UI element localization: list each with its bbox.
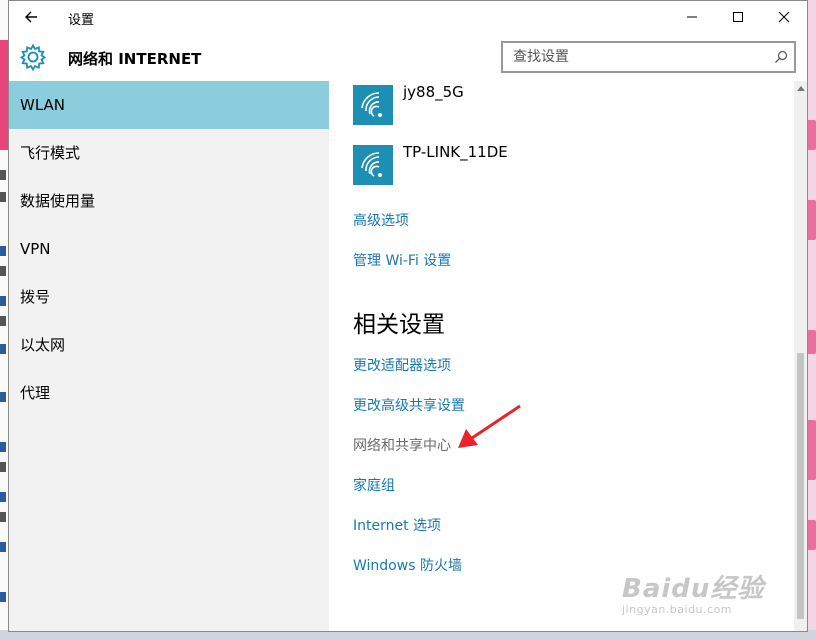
minimize-button[interactable]: [669, 1, 715, 33]
manage-wifi-settings-link[interactable]: 管理 Wi-Fi 设置: [353, 250, 451, 270]
internet-options-link[interactable]: Internet 选项: [353, 515, 441, 535]
watermark-logo: Baidu经验: [622, 574, 765, 604]
wifi-network-name: jy88_5G: [403, 83, 464, 101]
advanced-options-link[interactable]: 高级选项: [353, 210, 409, 230]
homegroup-link[interactable]: 家庭组: [353, 475, 395, 495]
close-icon: [778, 11, 790, 23]
close-button[interactable]: [761, 1, 807, 33]
related-settings-heading: 相关设置: [353, 312, 445, 338]
sidebar-item-wlan[interactable]: WLAN: [9, 81, 329, 129]
title-bar: 设置: [9, 1, 807, 33]
search-box[interactable]: [501, 41, 796, 73]
wifi-network-item[interactable]: TP-LINK_11DE: [353, 143, 773, 189]
window-title: 设置: [68, 13, 95, 28]
back-arrow-icon: [25, 11, 37, 23]
settings-header: 网络和 INTERNET: [9, 33, 807, 81]
search-icon[interactable]: [774, 50, 788, 64]
gear-icon: [19, 43, 47, 72]
sidebar-item-label: 以太网: [20, 336, 66, 354]
minimize-icon: [687, 16, 697, 18]
settings-window: 设置 网络和 INTERNET 查找设置 WLAN 飞行模式 数据使用量 VPN…: [8, 0, 808, 632]
page-title: 网络和 INTERNET: [68, 50, 202, 68]
scrollbar-thumb[interactable]: [797, 353, 804, 619]
change-advanced-sharing-link[interactable]: 更改高级共享设置: [353, 395, 465, 415]
sidebar-item-dialup[interactable]: 拨号: [9, 273, 329, 321]
content-scrollbar[interactable]: [794, 81, 807, 631]
windows-firewall-link[interactable]: Windows 防火墙: [353, 555, 462, 575]
sidebar-item-label: 拨号: [20, 288, 51, 306]
sidebar-nav: WLAN 飞行模式 数据使用量 VPN 拨号 以太网 代理: [9, 81, 329, 631]
sidebar-item-label: VPN: [20, 240, 51, 258]
sidebar-item-label: 代理: [20, 384, 51, 402]
wifi-network-name: TP-LINK_11DE: [403, 143, 508, 161]
search-input[interactable]: [503, 43, 763, 71]
wifi-icon: [353, 85, 393, 125]
wifi-network-item[interactable]: jy88_5G: [353, 83, 773, 129]
sidebar-item-ethernet[interactable]: 以太网: [9, 321, 329, 369]
wlan-content-pane: jy88_5G TP-LINK_11DE 高级选项 管理 Wi-Fi 设置 相关…: [329, 81, 807, 631]
sidebar-item-label: WLAN: [20, 96, 66, 114]
scroll-up-arrow-icon[interactable]: [797, 85, 805, 91]
maximize-icon: [733, 12, 743, 22]
sidebar-item-proxy[interactable]: 代理: [9, 369, 329, 417]
sidebar-item-vpn[interactable]: VPN: [9, 225, 329, 273]
maximize-button[interactable]: [715, 1, 761, 33]
baidu-watermark: Baidu经验 jingyan.baidu.com: [622, 568, 764, 616]
red-arrow-annotation: [458, 404, 521, 448]
sidebar-item-data-usage[interactable]: 数据使用量: [9, 177, 329, 225]
network-sharing-center-link[interactable]: 网络和共享中心: [353, 435, 451, 455]
sidebar-item-label: 数据使用量: [20, 192, 96, 210]
change-adapter-options-link[interactable]: 更改适配器选项: [353, 355, 451, 375]
wifi-icon: [353, 145, 393, 185]
sidebar-item-label: 飞行模式: [20, 144, 81, 162]
sidebar-item-airplane-mode[interactable]: 飞行模式: [9, 129, 329, 177]
back-button[interactable]: [19, 5, 45, 29]
